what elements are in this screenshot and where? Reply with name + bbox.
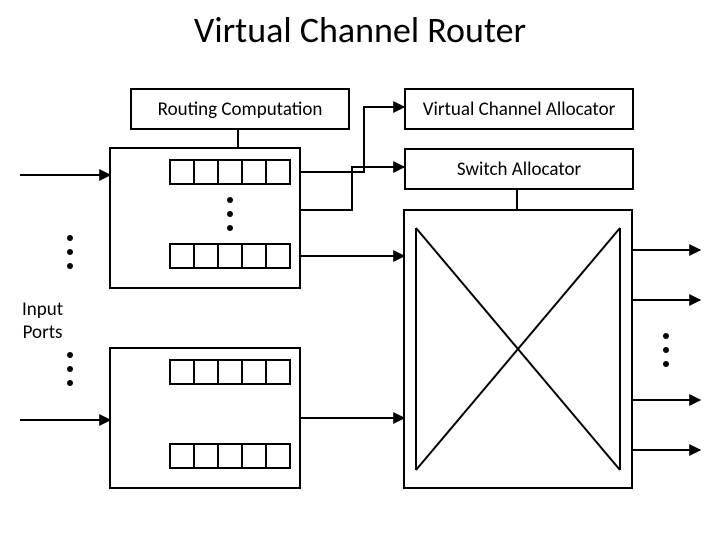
port0-to-vca xyxy=(300,107,404,172)
port0-ellipsis xyxy=(227,197,233,231)
diagram-svg xyxy=(0,0,720,540)
port0-vcx-buffer xyxy=(170,244,290,268)
left-ellipsis-top xyxy=(67,235,73,269)
port0-vc0-buffer xyxy=(170,160,290,184)
port1-vc0-buffer xyxy=(170,360,290,384)
left-ellipsis-bottom xyxy=(67,352,73,386)
port0-to-sa xyxy=(300,167,404,210)
port1-vcx-buffer xyxy=(170,444,290,468)
output-ellipsis xyxy=(663,333,669,367)
diagram: Virtual Channel Router Routing Computati… xyxy=(0,0,720,540)
